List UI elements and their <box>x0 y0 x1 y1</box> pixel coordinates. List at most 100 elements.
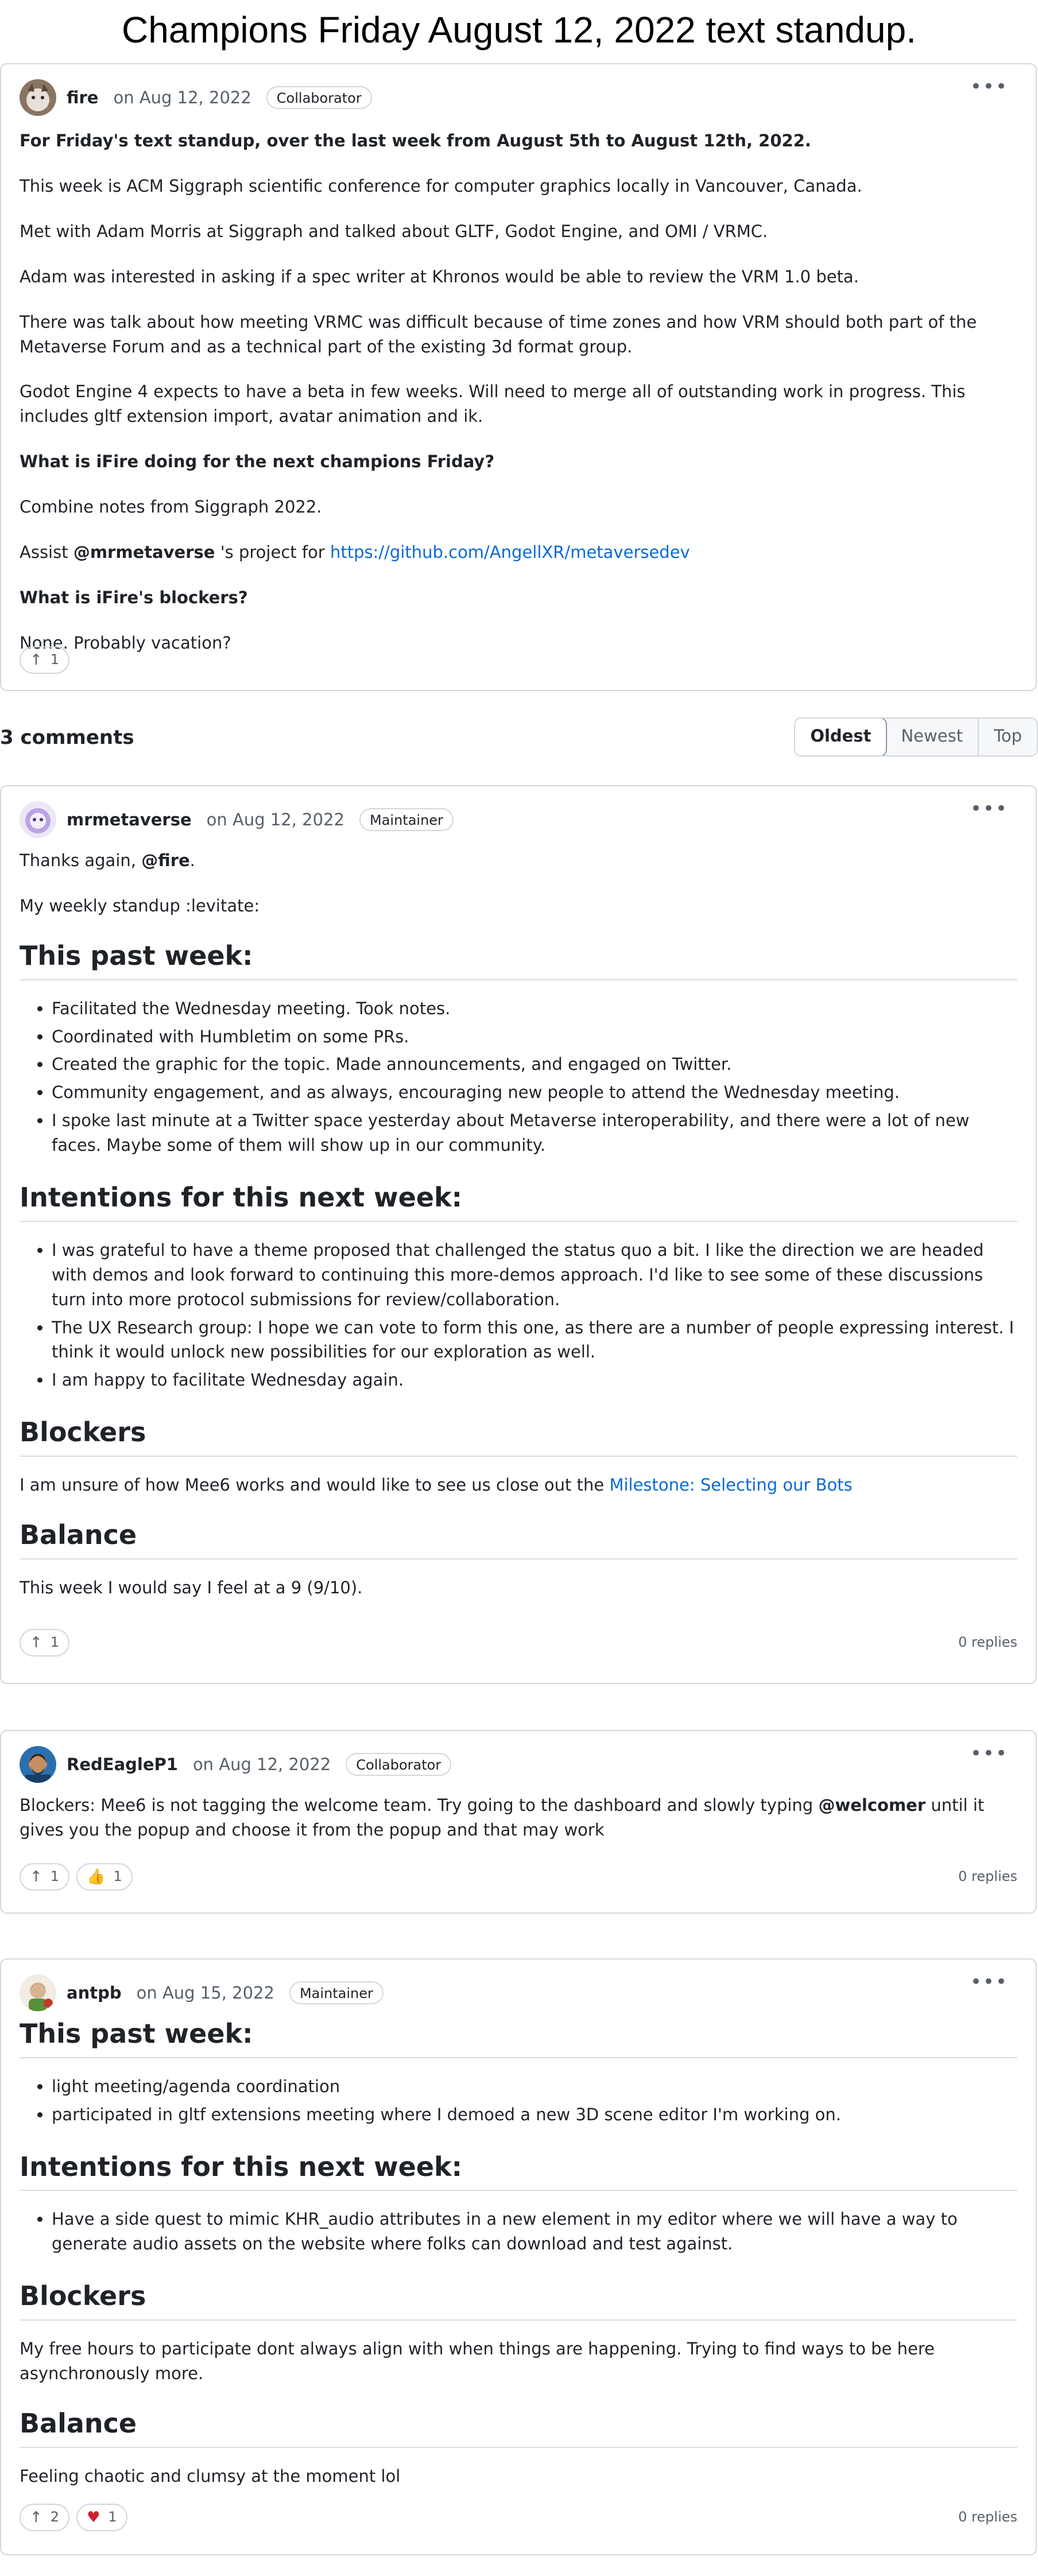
replies-count[interactable]: 0 replies <box>958 1867 1017 1887</box>
comment-date[interactable]: on Aug 12, 2022 <box>193 1752 331 1777</box>
author-name[interactable]: fire <box>67 86 98 110</box>
section-heading: Blockers <box>20 1415 1017 1457</box>
milestone-link[interactable]: Milestone: Selecting our Bots <box>609 1475 852 1495</box>
comment-date[interactable]: on Aug 12, 2022 <box>207 808 344 832</box>
author-name[interactable]: RedEagleP1 <box>67 1752 178 1777</box>
avatar[interactable] <box>20 801 56 838</box>
sort-tabs: Oldest Newest Top <box>794 717 1038 756</box>
comment-date[interactable]: on Aug 15, 2022 <box>137 1981 274 2005</box>
post-header: fire on Aug 12, 2022 Collaborator <box>20 78 372 117</box>
thanks-prefix: Thanks again, <box>20 851 136 870</box>
kebab-icon[interactable]: ••• <box>970 1739 1008 1768</box>
upvote-count: 1 <box>50 1868 60 1885</box>
avatar[interactable] <box>20 1974 56 2011</box>
next-week-list: Have a side quest to mimic KHR_audio att… <box>20 2207 1017 2256</box>
kebab-icon[interactable]: ••• <box>970 72 1008 101</box>
upvote-count: 1 <box>50 1634 60 1651</box>
comment-body: Thanks again, @fire. My weekly standup :… <box>20 848 1017 1621</box>
post-question: What is iFire's blockers? <box>20 587 248 607</box>
comments-count: 3 comments <box>0 726 134 749</box>
section-heading: This past week: <box>20 939 1017 980</box>
blockers-text: My free hours to participate dont always… <box>20 2339 935 2383</box>
comment-header: mrmetaverse on Aug 12, 2022 Maintainer <box>20 800 454 839</box>
comment-footer: ↑ 1 0 replies <box>20 1629 1017 1656</box>
repo-link[interactable]: https://github.com/AngellXR/metaversedev <box>330 542 690 562</box>
arrow-up-icon: ↑ <box>30 1868 42 1886</box>
post-paragraph: Met with Adam Morris at Siggraph and tal… <box>20 221 768 241</box>
author-name[interactable]: mrmetaverse <box>67 808 192 832</box>
arrow-up-icon: ↑ <box>30 651 42 669</box>
thumbs-up-reaction[interactable]: 👍 1 <box>76 1863 133 1891</box>
blockers-line: I am unsure of how Mee6 works and would … <box>20 1473 1017 1498</box>
heart-count: 1 <box>108 2509 117 2525</box>
assist-middle: 's project for <box>220 542 325 562</box>
comment-header: RedEagleP1 on Aug 12, 2022 Collaborator <box>20 1745 452 1784</box>
list-item: Created the graphic for the topic. Made … <box>52 1052 1017 1077</box>
comments-header: 3 comments Oldest Newest Top <box>0 717 1038 758</box>
avatar[interactable] <box>20 1746 56 1783</box>
mention-link[interactable]: @welcomer <box>818 1795 925 1815</box>
author-name[interactable]: antpb <box>67 1981 122 2005</box>
balance-text: This week I would say I feel at a 9 (9/1… <box>20 1577 363 1597</box>
section-heading: Balance <box>20 2407 1017 2448</box>
section-heading: Intentions for this next week: <box>20 1181 1017 1222</box>
thumbs-count: 1 <box>113 1868 122 1885</box>
sort-oldest[interactable]: Oldest <box>795 719 888 755</box>
section-heading: Intentions for this next week: <box>20 2150 1017 2191</box>
upvote-count: 2 <box>50 2509 60 2525</box>
list-item: Have a side quest to mimic KHR_audio att… <box>52 2207 1017 2256</box>
arrow-up-icon: ↑ <box>30 2508 42 2526</box>
upvote-button[interactable]: ↑ 1 <box>20 646 70 674</box>
list-item: Community engagement, and as always, enc… <box>52 1080 1017 1105</box>
post-question: What is iFire doing for the next champio… <box>20 452 495 472</box>
upvote-button[interactable]: ↑ 1 <box>20 1629 70 1656</box>
replies-count[interactable]: 0 replies <box>958 1632 1017 1653</box>
comment-paragraph: My weekly standup :levitate: <box>20 895 260 915</box>
comment-paragraph: Blockers: Mee6 is not tagging the welcom… <box>20 1793 1017 1842</box>
section-heading: This past week: <box>20 2017 1017 2058</box>
role-badge: Maintainer <box>289 1981 384 2004</box>
assist-prefix: Assist <box>20 542 68 562</box>
original-post: fire on Aug 12, 2022 Collaborator ••• Fo… <box>0 63 1037 691</box>
post-date[interactable]: on Aug 12, 2022 <box>113 86 251 110</box>
kebab-icon[interactable]: ••• <box>970 794 1008 823</box>
mention-link[interactable]: @fire <box>141 851 189 870</box>
comment: antpb on Aug 15, 2022 Maintainer ••• Thi… <box>0 1958 1037 2555</box>
kebab-icon[interactable]: ••• <box>970 1968 1008 1996</box>
page-title: Champions Friday August 12, 2022 text st… <box>122 9 916 51</box>
list-item: light meeting/agenda coordination <box>52 2074 1017 2099</box>
comment-body: This past week: light meeting/agenda coo… <box>20 2017 1017 2509</box>
sort-top[interactable]: Top <box>978 719 1037 755</box>
next-week-list: I was grateful to have a theme proposed … <box>20 1238 1017 1392</box>
comment-header: antpb on Aug 15, 2022 Maintainer <box>20 1973 384 2012</box>
assist-line: Assist @mrmetaverse 's project for https… <box>20 540 1017 565</box>
upvote-button[interactable]: ↑ 2 <box>20 2504 70 2531</box>
post-body: For Friday's text standup, over the last… <box>20 129 1017 676</box>
comment-footer: ↑ 2 ♥ 1 0 replies <box>20 2504 1017 2531</box>
comment: mrmetaverse on Aug 12, 2022 Maintainer •… <box>0 785 1037 1684</box>
list-item: Facilitated the Wednesday meeting. Took … <box>52 996 1017 1021</box>
arrow-up-icon: ↑ <box>30 1634 42 1651</box>
replies-count[interactable]: 0 replies <box>958 2507 1017 2528</box>
comment-body: Blockers: Mee6 is not tagging the welcom… <box>20 1793 1017 1863</box>
list-item: Coordinated with Humbletim on some PRs. <box>52 1025 1017 1049</box>
list-item: I was grateful to have a theme proposed … <box>52 1238 1017 1312</box>
heart-reaction[interactable]: ♥ 1 <box>76 2504 127 2531</box>
list-item: I am happy to facilitate Wednesday again… <box>52 1368 1017 1392</box>
post-paragraph: Godot Engine 4 expects to have a beta in… <box>20 382 966 426</box>
post-paragraph: This week is ACM Siggraph scientific con… <box>20 176 862 196</box>
blockers-text: I am unsure of how Mee6 works and would … <box>20 1475 605 1495</box>
avatar[interactable] <box>20 79 56 116</box>
role-badge: Collaborator <box>346 1753 452 1776</box>
upvote-button[interactable]: ↑ 1 <box>20 1863 70 1891</box>
list-item: participated in gltf extensions meeting … <box>52 2102 1017 2127</box>
heart-icon: ♥ <box>87 2508 100 2526</box>
section-heading: Balance <box>20 1518 1017 1559</box>
post-paragraph: There was talk about how meeting VRMC wa… <box>20 312 977 356</box>
post-paragraph: Adam was interested in asking if a spec … <box>20 266 859 286</box>
past-week-list: Facilitated the Wednesday meeting. Took … <box>20 996 1017 1158</box>
post-paragraph: Combine notes from Siggraph 2022. <box>20 497 322 517</box>
role-badge: Collaborator <box>266 86 372 109</box>
sort-newest[interactable]: Newest <box>886 719 978 755</box>
mention-link[interactable]: @mrmetaverse <box>73 542 215 562</box>
